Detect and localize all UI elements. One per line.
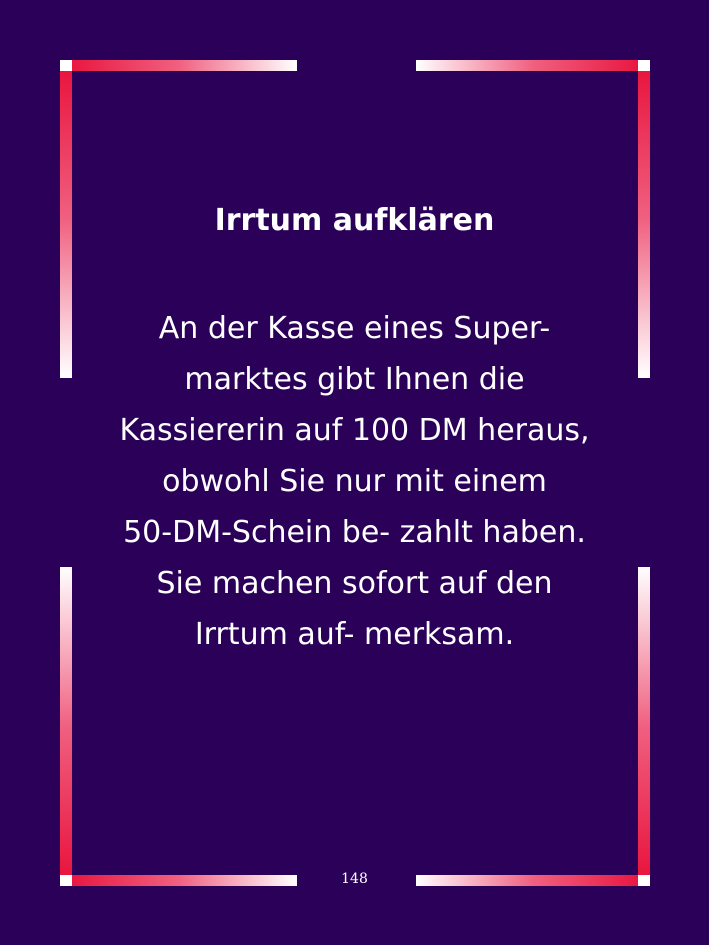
frame-corner-top-right [638, 60, 650, 71]
body-line: Sie machen sofort auf den [156, 566, 553, 601]
body-line: 50-DM-Schein be- zahlt haben. [123, 515, 586, 550]
body-line: Irrtum auf- merksam. [194, 617, 515, 652]
frame-corner-top-left [60, 60, 72, 71]
body-line: Kassiererin auf 100 DM heraus, [119, 413, 590, 448]
frame-left-lower-bar [60, 567, 72, 886]
body-line: obwohl Sie nur mit einem [162, 464, 547, 499]
body-line: An der Kasse eines Super- [158, 311, 551, 346]
body-line: marktes gibt Ihnen die [184, 362, 525, 397]
frame-right-lower-bar [638, 567, 650, 886]
page-card: Irrtum aufklären An der Kasse eines Supe… [0, 0, 709, 945]
frame-top-right-bar [416, 60, 650, 71]
body-text: An der Kasse eines Super- marktes gibt I… [90, 303, 619, 660]
frame-top-left-bar [60, 60, 297, 71]
page-number: 148 [341, 871, 368, 887]
page-title: Irrtum aufklären [214, 203, 495, 238]
